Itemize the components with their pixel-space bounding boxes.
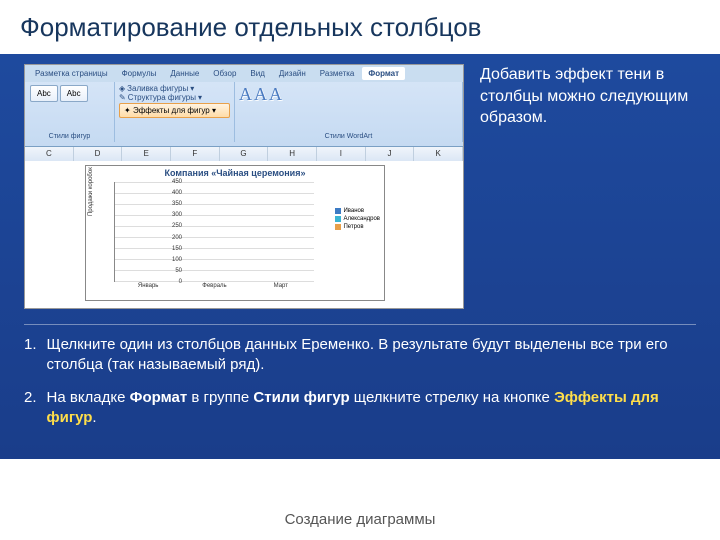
- chart-title: Компания «Чайная церемония»: [86, 166, 384, 180]
- shape-options-group: ◈Заливка фигуры ▾ ✎Структура фигуры ▾ ✦ …: [115, 82, 235, 142]
- slide-title: Форматирование отдельных столбцов: [20, 12, 481, 43]
- wordart-preset[interactable]: A: [254, 84, 267, 105]
- pencil-icon: ✎: [119, 93, 126, 102]
- outline-button[interactable]: ✎Структура фигуры ▾: [119, 93, 230, 102]
- y-tick: 200: [172, 235, 182, 241]
- col-header[interactable]: F: [171, 147, 220, 161]
- legend-item: Петров: [335, 224, 380, 230]
- instruction-item: 2. На вкладке Формат в группе Стили фигу…: [24, 388, 696, 429]
- x-tick: Январь: [128, 281, 168, 289]
- col-header[interactable]: K: [414, 147, 463, 161]
- y-tick: 250: [172, 223, 182, 229]
- ribbon-tab[interactable]: Разметка страницы: [29, 67, 114, 80]
- ribbon-tab[interactable]: Формат: [362, 67, 405, 80]
- footer-text: Создание диаграммы: [0, 511, 720, 528]
- step-text: На вкладке Формат в группе Стили фигур щ…: [47, 388, 696, 429]
- ribbon-tab[interactable]: Вид: [244, 67, 270, 80]
- ribbon-tab[interactable]: Разметка: [314, 67, 361, 80]
- x-tick: Март: [261, 281, 301, 289]
- x-tick: Февраль: [194, 281, 234, 289]
- column-headers: CDEFGHIJK: [25, 147, 463, 161]
- divider: [24, 324, 696, 325]
- step-number: 1.: [24, 335, 37, 376]
- effects-button[interactable]: ✦ Эффекты для фигур ▾: [119, 103, 230, 118]
- style-preset-button[interactable]: Abc: [60, 85, 88, 102]
- worksheet-grid: Компания «Чайная церемония» Продажи коро…: [25, 161, 463, 308]
- content-band: Разметка страницыФормулыДанныеОбзорВидДи…: [0, 54, 720, 459]
- y-tick: 150: [172, 246, 182, 252]
- instructions-list: 1. Щелкните один из столбцов данных Ерем…: [24, 324, 696, 440]
- embedded-chart[interactable]: Компания «Чайная церемония» Продажи коро…: [85, 165, 385, 301]
- group-label: Стили WordArt: [239, 133, 458, 140]
- plot-area: ЯнварьФевральМарт: [114, 182, 314, 282]
- excel-screenshot: Разметка страницыФормулыДанныеОбзорВидДи…: [24, 64, 464, 309]
- y-tick: 0: [179, 279, 182, 285]
- shape-styles-group: Abc Abc Стили фигур: [25, 82, 115, 142]
- group-label: Стили фигур: [29, 133, 110, 140]
- col-header[interactable]: D: [74, 147, 123, 161]
- col-header[interactable]: I: [317, 147, 366, 161]
- ribbon: Разметка страницыФормулыДанныеОбзорВидДи…: [25, 65, 463, 147]
- y-tick: 100: [172, 257, 182, 263]
- y-axis-label: Продажи коробок: [88, 167, 94, 216]
- ribbon-tab[interactable]: Обзор: [207, 67, 242, 80]
- legend-item: Иванов: [335, 208, 380, 214]
- step-number: 2.: [24, 388, 37, 429]
- y-tick: 350: [172, 201, 182, 207]
- ribbon-tabs: Разметка страницыФормулыДанныеОбзорВидДи…: [25, 65, 463, 82]
- y-tick: 400: [172, 190, 182, 196]
- step-text: Щелкните один из столбцов данных Еременк…: [47, 335, 696, 376]
- col-header[interactable]: E: [122, 147, 171, 161]
- ribbon-tab[interactable]: Дизайн: [273, 67, 312, 80]
- ribbon-groups: Abc Abc Стили фигур ◈Заливка фигуры ▾ ✎С…: [25, 82, 463, 142]
- wordart-group: A A A Стили WordArt: [235, 82, 463, 142]
- ribbon-tab[interactable]: Формулы: [116, 67, 163, 80]
- instruction-item: 1. Щелкните один из столбцов данных Ерем…: [24, 335, 696, 376]
- ribbon-tab[interactable]: Данные: [164, 67, 205, 80]
- fill-button[interactable]: ◈Заливка фигуры ▾: [119, 84, 230, 93]
- chart-legend: Иванов Александров Петров: [335, 206, 380, 232]
- y-tick: 50: [175, 268, 182, 274]
- wordart-preset[interactable]: A: [269, 84, 282, 105]
- y-tick: 300: [172, 212, 182, 218]
- legend-item: Александров: [335, 216, 380, 222]
- col-header[interactable]: G: [220, 147, 269, 161]
- wordart-preset[interactable]: A: [239, 84, 252, 105]
- paint-icon: ◈: [119, 84, 125, 93]
- col-header[interactable]: J: [366, 147, 415, 161]
- style-preset-button[interactable]: Abc: [30, 85, 58, 102]
- star-icon: ✦: [124, 106, 131, 115]
- col-header[interactable]: C: [25, 147, 74, 161]
- y-tick: 450: [172, 179, 182, 185]
- side-description: Добавить эффект тени в столбцы можно сле…: [480, 64, 690, 129]
- col-header[interactable]: H: [268, 147, 317, 161]
